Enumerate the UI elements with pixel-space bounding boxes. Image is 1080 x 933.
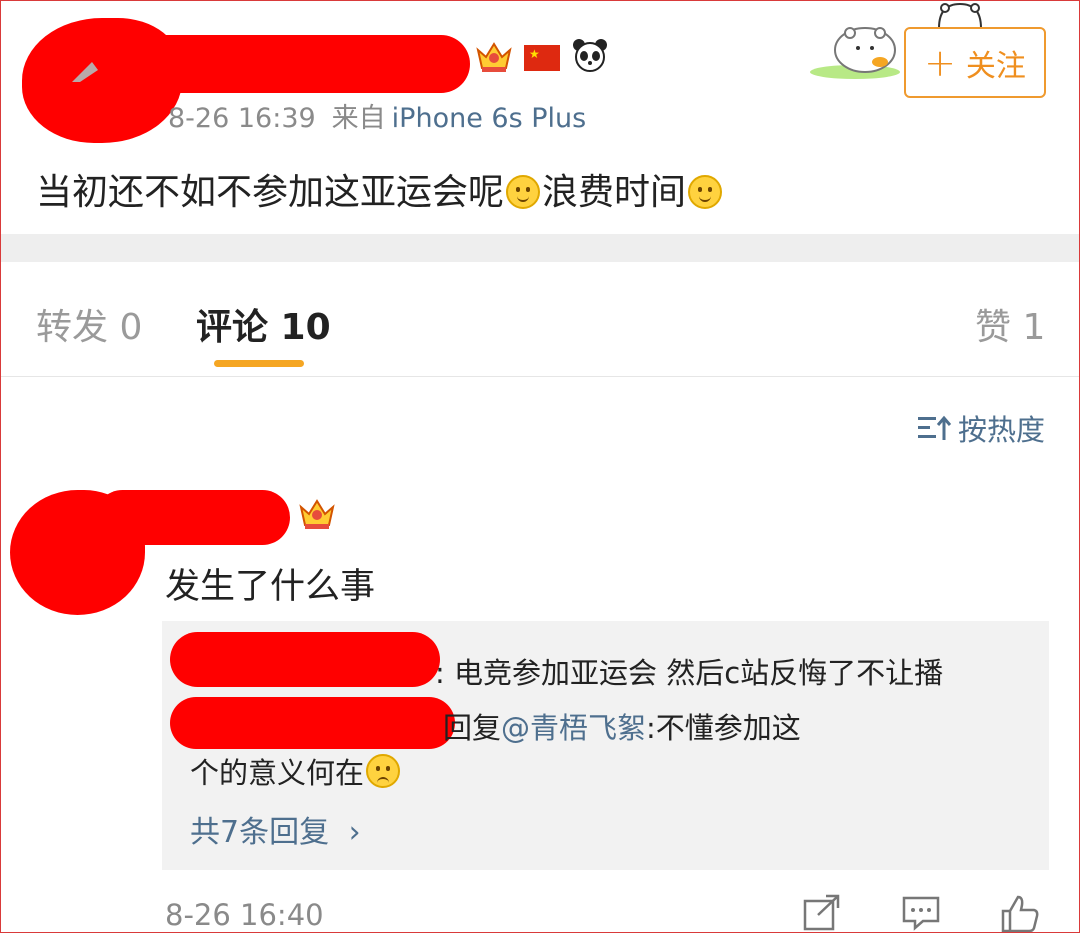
sort-label: 按热度 [958, 413, 1046, 447]
sort-icon [918, 415, 952, 440]
comment-icon[interactable] [901, 893, 941, 933]
bear-head-decoration-icon [938, 2, 982, 28]
reply-2-continued-text: 个的意义何在 [190, 756, 365, 790]
smile-emoji-icon [688, 175, 723, 209]
reply-2-suffix: :不懂参加这 [646, 711, 801, 745]
tab-reposts[interactable]: 转发 0 [36, 298, 142, 350]
tab-comments[interactable]: 评论 10 [196, 298, 331, 350]
chevron-right-icon: › [348, 815, 361, 850]
sort-by-hot-button[interactable]: 按热度 [916, 407, 1045, 449]
plus-icon: + [924, 40, 956, 85]
tab-likes[interactable]: 赞 1 [975, 298, 1045, 350]
china-flag-icon: ★ [524, 45, 560, 71]
panda-icon [573, 39, 607, 72]
post-device-link[interactable]: iPhone 6s Plus [392, 103, 587, 134]
post-source-prefix: 来自 [331, 103, 386, 134]
post-text: 当初还不如不参加这亚运会呢 浪费时间 [36, 163, 724, 215]
post-time: 8-26 16:39 [168, 103, 316, 134]
more-replies-label: 共7条回复 [190, 815, 330, 850]
mention-link[interactable]: @青梧飞絮 [501, 711, 646, 745]
like-icon[interactable] [1000, 893, 1040, 933]
comment-text: 发生了什么事 [165, 567, 376, 607]
share-icon[interactable] [802, 893, 842, 933]
reply-2-prefix: 回复 [443, 711, 502, 745]
reply-2-text: 回复@青梧飞絮:不懂参加这 [443, 705, 801, 747]
sad-emoji-icon [366, 754, 401, 788]
reply-1-text: : 电竞参加亚运会 然后c站反悔了不让播 [435, 656, 944, 690]
avatar-fragment-icon [72, 62, 98, 82]
crown-vip-icon [476, 42, 512, 72]
post-text-part-2: 浪费时间 [542, 172, 687, 213]
more-replies-link[interactable]: 共7条回复 › [190, 807, 361, 851]
follow-label: 关注 [965, 48, 1026, 84]
redacted-reply-author-2 [170, 697, 455, 749]
reply-2-continued: 个的意义何在 [190, 750, 402, 792]
redacted-author-name [95, 35, 470, 93]
tabs-divider [0, 376, 1080, 377]
redacted-commenter-name [95, 490, 290, 545]
redacted-reply-author-1 [170, 632, 440, 687]
crown-vip-icon [299, 499, 335, 529]
smile-emoji-icon [506, 175, 541, 209]
post-text-part-1: 当初还不如不参加这亚运会呢 [36, 172, 505, 213]
follow-button[interactable]: + 关注 [904, 27, 1046, 98]
comment-time: 8-26 16:40 [165, 898, 324, 932]
section-gap [0, 234, 1080, 262]
bear-decoration-icon [810, 27, 900, 79]
active-tab-indicator [214, 360, 304, 367]
post-meta: 8-26 16:39 来自 iPhone 6s Plus [168, 96, 586, 135]
